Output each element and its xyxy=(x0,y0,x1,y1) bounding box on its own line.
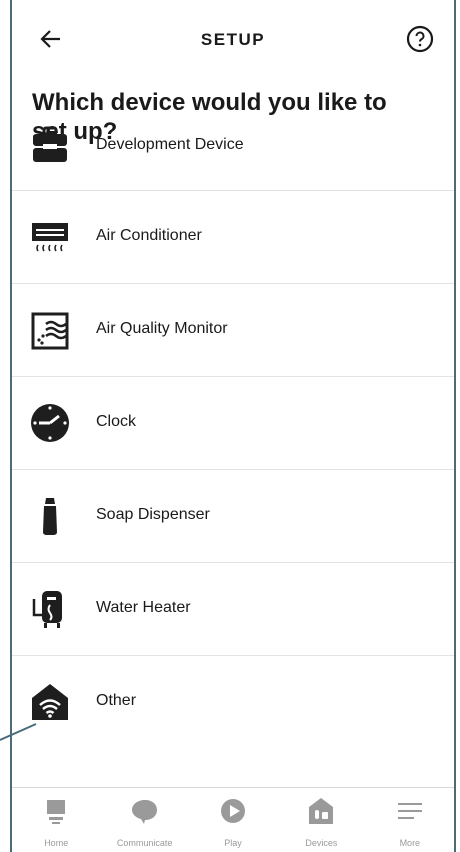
nav-home[interactable]: Home xyxy=(12,788,100,852)
device-label: Air Conditioner xyxy=(96,227,202,244)
nav-label: Home xyxy=(44,838,69,848)
device-item-air-quality[interactable]: Air Quality Monitor xyxy=(12,284,454,377)
nav-label: Play xyxy=(224,838,242,848)
toolbox-icon xyxy=(33,126,67,162)
air-conditioner-icon xyxy=(32,223,68,252)
help-icon[interactable] xyxy=(406,25,434,53)
water-heater-icon xyxy=(32,591,62,628)
device-label: Other xyxy=(96,692,137,709)
nav-communicate[interactable]: Communicate xyxy=(100,788,188,852)
menu-icon xyxy=(397,803,422,819)
nav-play[interactable]: Play xyxy=(189,788,277,852)
device-label: Water Heater xyxy=(96,599,191,616)
nav-label: More xyxy=(399,838,421,848)
soap-dispenser-icon xyxy=(43,498,57,535)
device-item-development[interactable]: Development Device xyxy=(12,100,454,191)
nav-label: Devices xyxy=(305,838,338,848)
bottom-nav: Home Communicate Play Devices More xyxy=(12,787,454,852)
device-label: Clock xyxy=(96,413,137,430)
page-title: SETUP xyxy=(200,30,266,49)
device-item-clock[interactable]: Clock xyxy=(12,377,454,470)
device-label: Soap Dispenser xyxy=(96,506,210,523)
chat-icon xyxy=(131,800,157,824)
device-list: Development Device Air Conditioner Air Q… xyxy=(12,126,454,748)
clock-icon xyxy=(31,404,69,442)
air-quality-icon xyxy=(31,312,69,350)
device-label: Development Device xyxy=(96,136,244,153)
device-item-soap-dispenser[interactable]: Soap Dispenser xyxy=(12,470,454,563)
nav-label: Communicate xyxy=(116,838,173,848)
play-icon xyxy=(221,799,246,823)
device-item-water-heater[interactable]: Water Heater xyxy=(12,563,454,656)
header: SETUP xyxy=(12,0,454,80)
nav-more[interactable]: More xyxy=(366,788,454,852)
device-item-air-conditioner[interactable]: Air Conditioner xyxy=(12,191,454,284)
device-item-other[interactable]: Other xyxy=(12,656,454,748)
devices-icon xyxy=(309,798,334,824)
smart-home-icon xyxy=(32,684,68,720)
nav-devices[interactable]: Devices xyxy=(277,788,365,852)
app-frame: SETUP Which device would you like to set… xyxy=(10,0,456,852)
annotation-pointer-line xyxy=(0,723,37,741)
home-icon xyxy=(47,800,66,824)
device-label: Air Quality Monitor xyxy=(96,320,228,337)
